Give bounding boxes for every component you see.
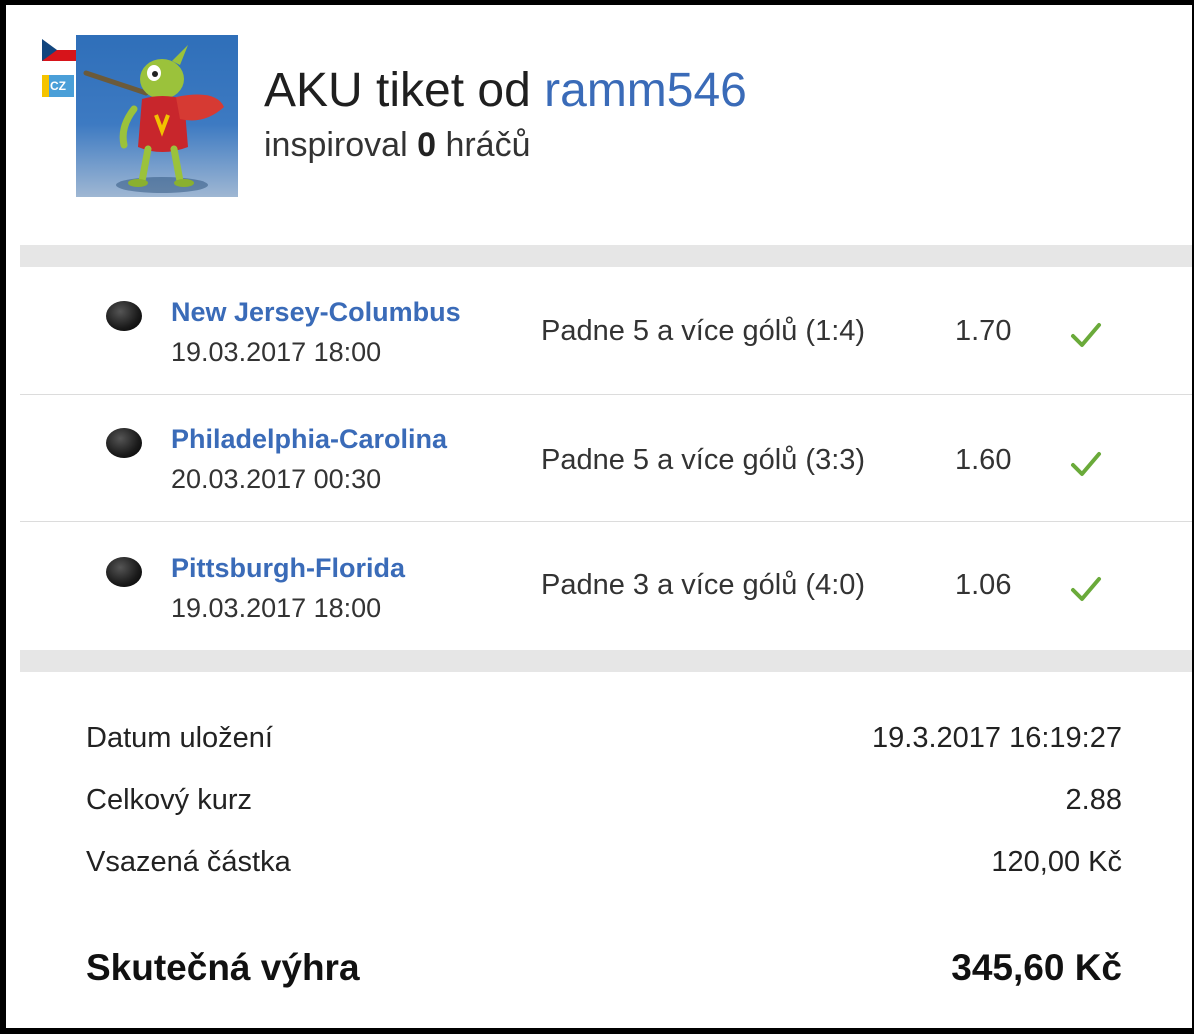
match-datetime: 19.03.2017 18:00 [171,337,382,367]
total-odds-value: 2.88 [1065,784,1122,816]
inspired-suffix: hráčů [445,126,531,164]
total-odds-label: Celkový kurz [86,784,252,816]
actual-win-label: Skutečná výhra [86,947,360,988]
bet-market: Padne 5 a více gólů (3:3) [541,444,866,476]
saved-date-value: 19.3.2017 16:19:27 [872,722,1122,754]
hockey-puck-icon [106,428,142,458]
bet-row: Pittsburgh-Florida 19.03.2017 18:00 Padn… [20,521,1192,648]
bet-row: Philadelphia-Carolina 20.03.2017 00:30 P… [20,394,1192,522]
match-datetime: 19.03.2017 18:00 [171,593,382,623]
mosquito-mascot-icon [83,45,224,193]
hockey-puck-icon [106,301,142,331]
ticket-title: AKU tiket od ramm546 [264,63,747,119]
bet-market: Padne 5 a více gólů (1:4) [541,315,866,347]
hockey-puck-icon [106,557,142,587]
match-link[interactable]: Philadelphia-Carolina [171,424,447,455]
ticket-title-prefix: AKU tiket od [264,64,531,117]
bet-market: Padne 3 a více gólů (4:0) [541,569,866,601]
match-datetime: 20.03.2017 00:30 [171,464,382,494]
check-icon [1071,577,1101,601]
bet-row: New Jersey-Columbus 19.03.2017 18:00 Pad… [20,267,1192,395]
match-link[interactable]: New Jersey-Columbus [171,297,461,328]
country-badge-label: CZ [50,79,66,93]
inspired-prefix: inspiroval [264,126,408,164]
divider-bar [20,245,1192,267]
check-icon [1071,452,1101,476]
saved-date-label: Datum uložení [86,722,273,754]
inspired-count: 0 [417,126,436,164]
bet-odd: 1.06 [955,569,1012,601]
country-badge: CZ [42,75,74,97]
bet-odd: 1.60 [955,444,1012,476]
username-link[interactable]: ramm546 [544,64,747,117]
stake-label: Vsazená částka [86,846,291,878]
user-avatar[interactable] [76,35,238,197]
divider-bar [20,650,1192,672]
inspired-count-text: inspiroval 0 hráčů [264,125,531,165]
stake-value: 120,00 Kč [991,846,1122,878]
ticket-panel: CZ AKU tiket od ramm546 inspiroval 0 hrá… [6,5,1192,1028]
check-icon [1071,323,1101,347]
bet-odd: 1.70 [955,315,1012,347]
actual-win-value: 345,60 Kč [951,947,1122,988]
match-link[interactable]: Pittsburgh-Florida [171,553,405,584]
czech-flag-icon [42,39,76,61]
